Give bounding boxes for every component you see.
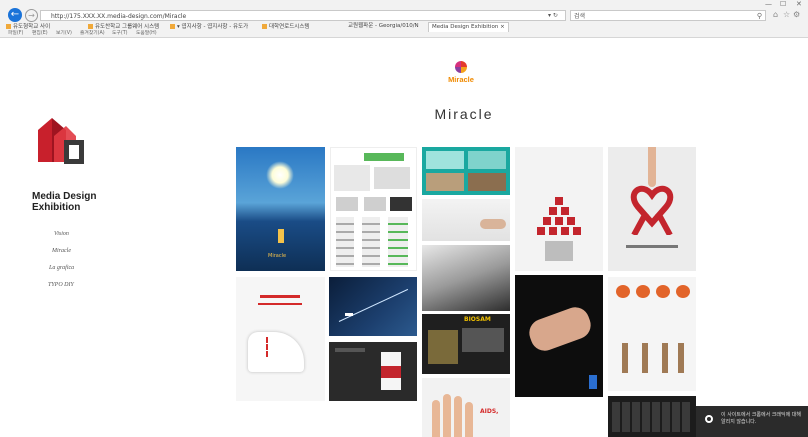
tile-caption: AIDS, [480, 408, 499, 415]
gallery-tile-pictogram-pyramid[interactable] [515, 147, 603, 271]
brand-line-2: Exhibition [32, 202, 81, 213]
gallery-tile-biosam[interactable]: BIOSAM [422, 314, 510, 374]
notification-toast[interactable]: 이 사이트에서 크롬에서 크래딕에 대해 알리지 않습니다. [696, 406, 808, 437]
sidebar-item-la-grafica[interactable]: La grafica [49, 265, 74, 271]
favorite-icon [170, 24, 175, 29]
tile-caption: BIOSAM [464, 316, 491, 323]
menu-edit[interactable]: 편집(E) [32, 31, 48, 37]
favorite-item[interactable]: 유도형학교 사이 [6, 23, 50, 31]
gallery-tile-keyboard[interactable] [608, 396, 696, 437]
back-button[interactable]: ← [8, 8, 22, 22]
gallery-tile-finger-faces[interactable]: AIDS, [422, 378, 510, 437]
arrow-right-icon: → [28, 11, 35, 20]
browser-chrome: ← → http://175.XXX.XX.media-design.com/M… [0, 0, 808, 38]
brand-name: Media Design Exhibition [32, 191, 96, 213]
miracle-logo-ball-icon [455, 61, 467, 73]
gallery-tile-sneaker[interactable] [236, 277, 325, 401]
maximize-button[interactable]: ☐ [780, 0, 786, 8]
tile-caption: Miracle [268, 253, 287, 259]
favorite-icon [6, 24, 11, 29]
gallery-tile-ui-sketches[interactable] [330, 147, 417, 271]
sidebar-item-typo-diy[interactable]: TYPO DIY [48, 282, 74, 288]
gallery-tile-clasped-hands[interactable] [515, 275, 603, 397]
page-title: Miracle [434, 106, 494, 122]
refresh-icon[interactable]: ▾ ↻ [548, 10, 558, 21]
gallery-tile-teal-scenes[interactable] [422, 147, 510, 195]
star-icon[interactable]: ☆ [783, 10, 790, 20]
favorite-item[interactable]: 유도찬학교 그룹웨어 시스템 [88, 23, 159, 31]
favorite-item[interactable]: 대학연로드시스템 [262, 23, 309, 31]
gallery-tile-persimmons[interactable] [608, 277, 696, 391]
miracle-logo: Miracle [446, 61, 476, 97]
tab-georgia[interactable]: 교원웹파운 - Georgia/010/N [345, 22, 422, 31]
gallery-tile-hand-wall[interactable] [422, 199, 510, 241]
sidebar-item-vision[interactable]: Vision [54, 231, 69, 237]
menu-view[interactable]: 보기(V) [56, 31, 72, 37]
gallery-tile-hands-dark[interactable] [422, 245, 510, 311]
gallery-tile-airplane[interactable] [329, 277, 417, 336]
address-text: http://175.XXX.XX.media-design.com/Mirac… [51, 13, 187, 20]
minimize-button[interactable]: — [765, 0, 772, 8]
search-icon[interactable]: ⚲ [757, 11, 762, 21]
favorite-item[interactable]: ▾ 엽지사항 - 엽지사항 - 유도가 [170, 23, 248, 31]
arrow-left-icon: ← [10, 9, 20, 20]
menu-tools[interactable]: 도구(T) [112, 31, 128, 37]
menu-bar: 파일(F) 편집(E) 보기(V) 즐겨찾기(A) 도구(T) 도움말(H) [0, 31, 808, 37]
gear-icon[interactable]: ⚙ [793, 10, 800, 20]
search-placeholder: 검색 [574, 13, 586, 20]
gallery-tile-red-ribbon[interactable] [608, 147, 696, 271]
sidebar-item-miracle[interactable]: Miracle [52, 248, 71, 254]
gallery-tile-sun-sea[interactable]: Miracle [236, 147, 325, 271]
home-icon[interactable]: ⌂ [773, 10, 778, 20]
search-box[interactable]: 검색 ⚲ [570, 10, 766, 21]
address-bar[interactable]: http://175.XXX.XX.media-design.com/Mirac… [40, 10, 566, 21]
forward-button[interactable]: → [25, 9, 38, 22]
site-logo[interactable] [32, 110, 90, 170]
toast-text: 이 사이트에서 크롬에서 크래딕에 대해 알리지 않습니다. [721, 412, 801, 425]
menu-favorites[interactable]: 즐겨찾기(A) [80, 31, 105, 37]
chrome-icon [705, 415, 713, 423]
close-button[interactable]: ✕ [796, 0, 802, 8]
miracle-logo-text: Miracle [448, 75, 474, 84]
ribbon-icon [630, 185, 674, 235]
brand-line-1: Media Design [32, 191, 97, 202]
favorite-icon [88, 24, 93, 29]
gallery-tile-coffee-cup[interactable] [329, 342, 417, 401]
favorite-icon [262, 24, 267, 29]
menu-file[interactable]: 파일(F) [8, 31, 23, 37]
tab-close-icon[interactable]: × [500, 24, 505, 30]
menu-help[interactable]: 도움말(H) [136, 31, 157, 37]
